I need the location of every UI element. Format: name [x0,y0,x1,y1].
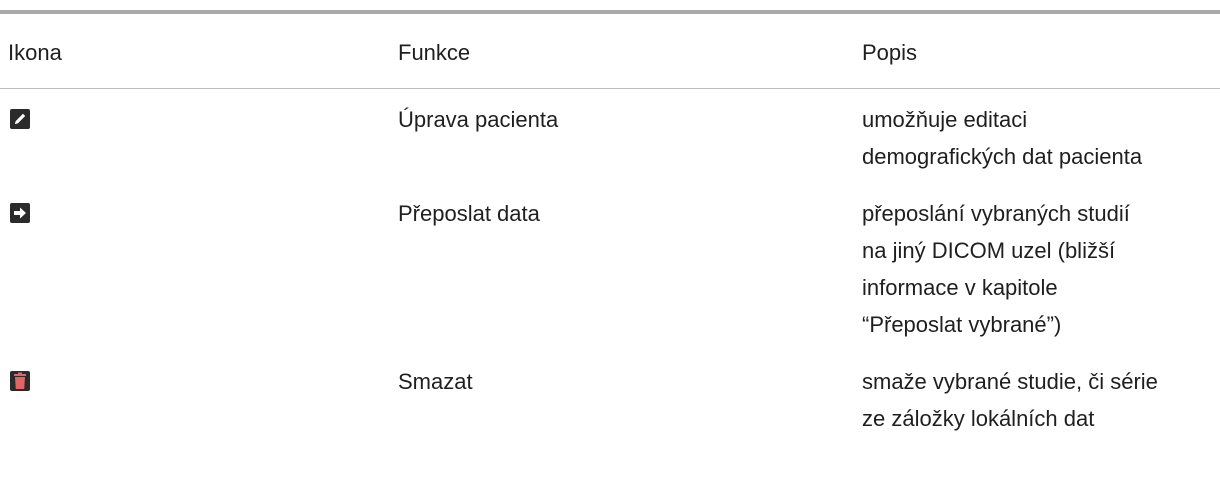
forward-arrow-icon [10,203,30,223]
description-cell: umožňuje editaci demografických dat paci… [854,89,1220,184]
edit-pencil-icon [10,109,30,129]
table-row: Smazat smaže vybrané studie, či série ze… [0,351,1220,445]
description-cell: smaže vybrané studie, či série ze záložk… [854,351,1220,445]
trash-delete-icon [10,371,30,391]
description-line: přeposlání vybraných studií [862,201,1130,226]
table-row: Úprava pacienta umožňuje editaci demogra… [0,89,1220,184]
description-cell: přeposlání vybraných studií na jiný DICO… [854,183,1220,351]
description-line: demografických dat pacienta [862,144,1143,169]
function-cell: Smazat [398,369,473,394]
table-header-row: Ikona Funkce Popis [0,10,1220,89]
description-line: smaže vybrané studie, či série [862,369,1158,394]
description-line: umožňuje editaci [862,107,1028,132]
description-line: “Přeposlat vybrané”) [862,312,1062,337]
function-cell: Úprava pacienta [398,107,559,132]
header-function: Funkce [390,10,854,89]
function-cell: Přeposlat data [398,201,540,226]
description-line: informace v kapitole [862,275,1058,300]
header-icon: Ikona [0,10,390,89]
description-line: ze záložky lokálních dat [862,406,1095,431]
table-row: Přeposlat data přeposlání vybraných stud… [0,183,1220,351]
icon-function-table: Ikona Funkce Popis Úprava pacienta umožň… [0,10,1220,445]
description-line: na jiný DICOM uzel (bližší [862,238,1116,263]
header-description: Popis [854,10,1220,89]
